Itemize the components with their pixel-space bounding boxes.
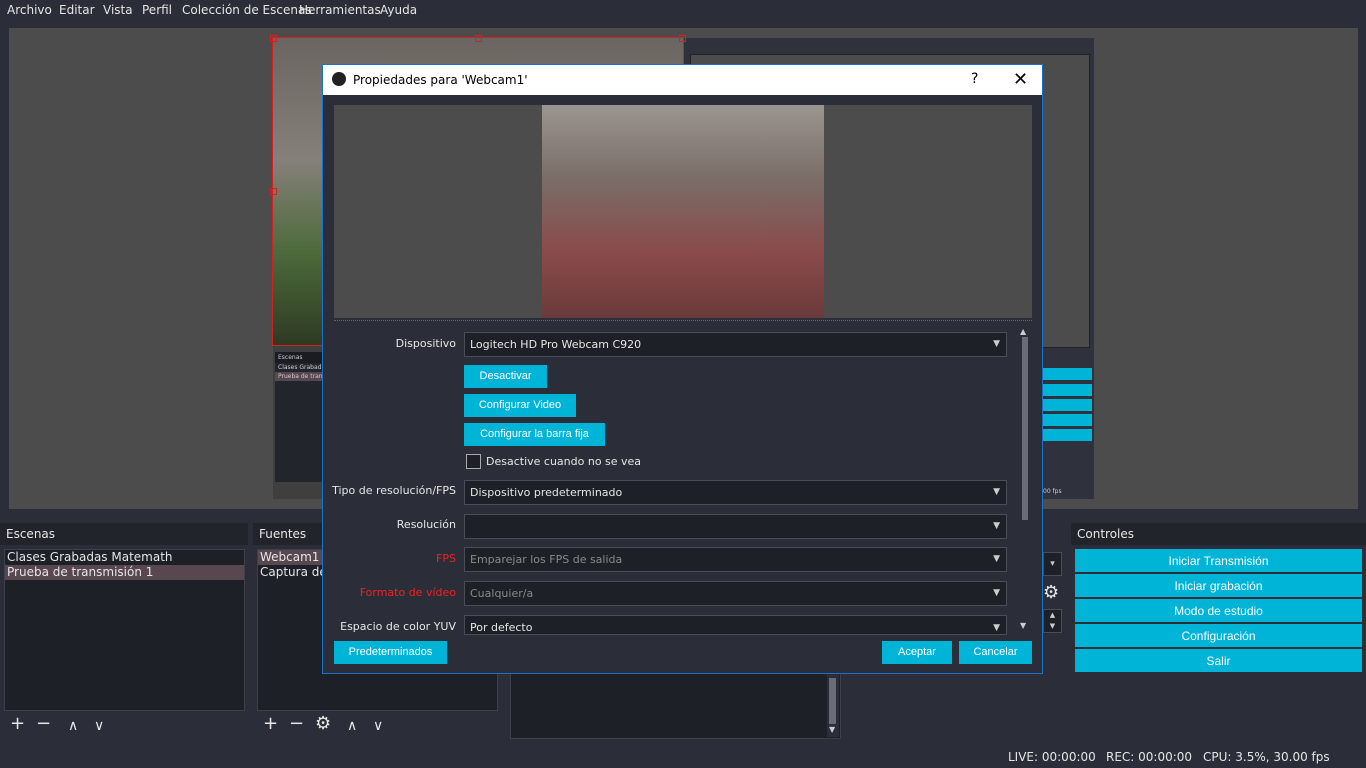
menu-herramientas[interactable]: Herramientas [299, 3, 381, 17]
fps-label: FPS [436, 552, 456, 565]
remove-icon[interactable]: − [289, 715, 304, 733]
remove-icon[interactable]: − [36, 715, 51, 733]
gear-icon[interactable]: ⚙ [1043, 582, 1059, 603]
captured-fps-text: 00 fps [1043, 488, 1062, 495]
preview-splitter[interactable] [334, 320, 1032, 323]
resize-handle[interactable] [475, 35, 482, 42]
yuv-colorspace-label: Espacio de color YUV [340, 620, 456, 633]
video-format-label: Formato de vídeo [359, 586, 456, 599]
captured-scenes-panel: Escenas Clases Grabada Prueba de transr [275, 352, 325, 482]
video-format-select[interactable]: Cualquier/a ▼ [464, 581, 1007, 606]
chevron-down-icon: ▼ [993, 339, 1000, 349]
configure-video-button[interactable]: Configurar Video [464, 394, 576, 417]
obs-logo-icon [332, 72, 346, 86]
defaults-button[interactable]: Predeterminados [334, 641, 447, 664]
chevron-down-icon: ▼ [993, 487, 1000, 497]
resolution-label: Resolución [396, 518, 456, 531]
device-label: Dispositivo [395, 337, 456, 350]
settings-button[interactable]: Configuración [1075, 624, 1362, 647]
fps-select[interactable]: Emparejar los FPS de salida ▼ [464, 547, 1007, 572]
start-recording-button[interactable]: Iniciar grabación [1075, 574, 1362, 597]
yuv-colorspace-value: Por defecto [470, 621, 533, 634]
scene-item[interactable]: Clases Grabadas Matemath [5, 550, 244, 565]
menu-archivo[interactable]: Archivo [7, 3, 52, 17]
mixer-scroll-thumb[interactable] [829, 678, 836, 724]
exit-button[interactable]: Salir [1075, 649, 1362, 672]
menu-perfil[interactable]: Perfil [142, 3, 172, 17]
menu-coleccion-escenas[interactable]: Colección de Escenas [182, 3, 312, 17]
scenes-toolbar: + − ∧ ∨ [4, 711, 245, 739]
menu-ayuda[interactable]: Ayuda [380, 3, 417, 17]
captured-scene-item: Prueba de transr [275, 372, 325, 381]
menu-editar[interactable]: Editar [59, 3, 95, 17]
resolution-type-select[interactable]: Dispositivo predeterminado ▼ [464, 480, 1007, 505]
gear-icon[interactable]: ⚙ [315, 715, 331, 733]
chevron-down-icon: ▼ [993, 554, 1000, 564]
close-icon[interactable]: ✕ [1013, 69, 1028, 90]
resize-handle[interactable] [270, 35, 277, 42]
captured-control-bar [1043, 429, 1092, 441]
add-icon[interactable]: + [10, 715, 25, 733]
configure-crossbar-button[interactable]: Configurar la barra fija [464, 423, 605, 446]
properties-scroll-thumb[interactable] [1022, 337, 1028, 520]
resize-handle[interactable] [679, 35, 686, 42]
move-up-icon[interactable]: ∧ [347, 717, 357, 735]
properties-dialog: Propiedades para 'Webcam1' ? ✕ Dispositi… [322, 64, 1043, 674]
rec-status: REC: 00:00:00 [1106, 750, 1193, 764]
captured-control-bar [1043, 399, 1092, 411]
chevron-down-icon: ▼ [993, 588, 1000, 598]
mixer-scrollbar[interactable]: ▼ [827, 674, 839, 737]
deactivate-button[interactable]: Desactivar [464, 365, 547, 388]
checkbox-label: Desactive cuando no se vea [486, 455, 642, 468]
live-status: LIVE: 00:00:00 [1008, 750, 1096, 764]
scroll-down-icon[interactable]: ▼ [1020, 621, 1026, 630]
scene-item-selected[interactable]: Prueba de transmisión 1 [5, 565, 244, 580]
accept-button[interactable]: Aceptar [882, 641, 952, 664]
resolution-type-value: Dispositivo predeterminado [470, 486, 623, 499]
help-icon[interactable]: ? [971, 71, 978, 87]
captured-scenes-title: Escenas [275, 352, 325, 363]
move-down-icon[interactable]: ∨ [373, 717, 383, 735]
resolution-select[interactable]: ▼ [464, 514, 1007, 539]
chevron-down-icon: ▼ [993, 623, 1000, 633]
cpu-status: CPU: 3.5%, 30.00 fps [1203, 750, 1330, 764]
transitions-panel: ▾ ⚙ ▲ ▼ [1043, 549, 1063, 635]
menu-vista[interactable]: Vista [103, 3, 133, 17]
transition-dropdown[interactable]: ▾ [1043, 552, 1062, 576]
scenes-dock-title: Escenas [0, 523, 248, 545]
chevron-down-icon: ▼ [993, 521, 1000, 531]
move-down-icon[interactable]: ∨ [94, 717, 104, 735]
device-select[interactable]: Logitech HD Pro Webcam C920 ▼ [464, 332, 1007, 357]
scroll-down-icon[interactable]: ▼ [829, 725, 835, 734]
resolution-type-label: Tipo de resolución/FPS [332, 484, 456, 497]
device-select-value: Logitech HD Pro Webcam C920 [470, 338, 642, 351]
resize-handle[interactable] [270, 188, 277, 195]
move-up-icon[interactable]: ∧ [68, 717, 78, 735]
captured-control-buttons [1043, 368, 1092, 442]
sources-toolbar: + − ⚙ ∧ ∨ [257, 711, 498, 739]
studio-mode-button[interactable]: Modo de estudio [1075, 599, 1362, 622]
deactivate-when-hidden-checkbox[interactable] [466, 454, 481, 469]
start-streaming-button[interactable]: Iniciar Transmisión [1075, 549, 1362, 572]
captured-control-bar [1043, 368, 1092, 380]
duration-spinner[interactable]: ▲ ▼ [1043, 609, 1062, 633]
captured-control-bar [1043, 414, 1092, 426]
captured-control-bar [1043, 384, 1092, 396]
scroll-up-icon[interactable]: ▲ [1020, 327, 1026, 336]
fps-value: Emparejar los FPS de salida [470, 553, 623, 566]
controls-dock-title: Controles [1071, 523, 1366, 545]
webcam-image [542, 105, 824, 318]
dialog-title: Propiedades para 'Webcam1' [353, 73, 528, 87]
scenes-list[interactable]: Clases Grabadas Matemath Prueba de trans… [4, 549, 245, 711]
dialog-titlebar[interactable]: Propiedades para 'Webcam1' ? ✕ [323, 65, 1042, 95]
captured-scene-item: Clases Grabada [278, 364, 325, 371]
add-icon[interactable]: + [263, 715, 278, 733]
yuv-colorspace-select[interactable]: Por defecto ▼ [464, 615, 1007, 635]
video-format-value: Cualquier/a [470, 587, 534, 600]
cancel-button[interactable]: Cancelar [959, 641, 1032, 664]
menubar: Archivo Editar Vista Perfil Colección de… [0, 0, 1366, 21]
